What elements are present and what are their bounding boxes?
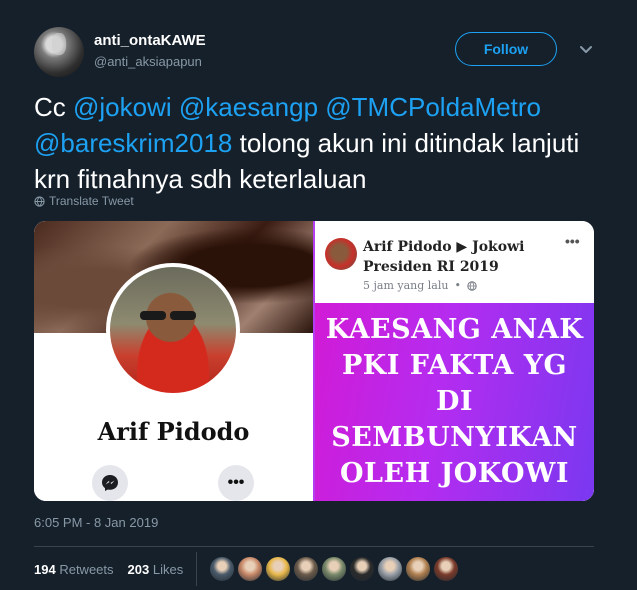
retweets-stat[interactable]: 194 Retweets bbox=[34, 562, 114, 577]
tweet-media[interactable]: Arif Pidodo ••• Arif Pidodo ▶ Jokowi Pre… bbox=[34, 221, 594, 501]
media-image-right[interactable]: Arif Pidodo ▶ Jokowi Presiden RI 2019 5 … bbox=[315, 221, 594, 501]
tweet-text: Cc @jokowi @kaesangp @TMCPoldaMetro @bar… bbox=[34, 89, 604, 197]
post-author: Arif Pidodo ▶ Jokowi Presiden RI 2019 bbox=[363, 239, 525, 275]
tweet-stats: 194 Retweets 203 Likes bbox=[34, 556, 183, 582]
liker-avatar[interactable] bbox=[210, 557, 234, 581]
post-more-icon: ••• bbox=[565, 233, 580, 249]
tweet-prefix: Cc bbox=[34, 92, 73, 122]
profile-name: Arif Pidodo bbox=[97, 417, 250, 446]
post-time: 5 jam yang lalu bbox=[363, 279, 449, 292]
globe-icon bbox=[34, 195, 45, 207]
likes-count: 203 bbox=[127, 561, 150, 577]
liker-avatar[interactable] bbox=[378, 557, 402, 581]
liker-avatar[interactable] bbox=[434, 557, 458, 581]
liker-avatar[interactable] bbox=[238, 557, 262, 581]
tweet-timestamp[interactable]: 6:05 PM - 8 Jan 2019 bbox=[34, 515, 158, 530]
follow-button[interactable]: Follow bbox=[455, 32, 557, 66]
post-dot: • bbox=[454, 279, 461, 292]
media-image-left[interactable]: Arif Pidodo ••• bbox=[34, 221, 313, 501]
liker-avatar[interactable] bbox=[266, 557, 290, 581]
display-name[interactable]: anti_ontaKAWE bbox=[94, 32, 206, 49]
tweet-card: anti_ontaKAWE @anti_aksiapapun Follow Cc… bbox=[0, 0, 637, 590]
likes-stat[interactable]: 203 Likes bbox=[128, 562, 184, 577]
liker-avatar[interactable] bbox=[294, 557, 318, 581]
profile-photo bbox=[106, 263, 240, 397]
mention-link[interactable]: @TMCPoldaMetro bbox=[325, 92, 541, 122]
user-handle[interactable]: @anti_aksiapapun bbox=[94, 54, 202, 69]
divider bbox=[196, 552, 197, 586]
globe-icon bbox=[467, 280, 477, 291]
mention-link[interactable]: @kaesangp bbox=[179, 92, 318, 122]
post-image-text: KAESANG ANAK PKI FAKTA YG DI SEMBUNYIKAN… bbox=[325, 314, 584, 489]
mention-link[interactable]: @jokowi bbox=[73, 92, 172, 122]
messenger-icon bbox=[102, 475, 118, 491]
likes-label: Likes bbox=[152, 561, 184, 577]
retweets-count: 194 bbox=[34, 561, 56, 577]
liker-avatars bbox=[210, 557, 458, 581]
mention-link[interactable]: @bareskrim2018 bbox=[34, 128, 232, 158]
more-options-button: ••• bbox=[218, 465, 254, 501]
liker-avatar[interactable] bbox=[322, 557, 346, 581]
post-image: KAESANG ANAK PKI FAKTA YG DI SEMBUNYIKAN… bbox=[315, 303, 594, 501]
liker-avatar[interactable] bbox=[406, 557, 430, 581]
translate-tweet-link[interactable]: Translate Tweet bbox=[34, 194, 134, 208]
retweets-label: Retweets bbox=[59, 561, 114, 577]
liker-avatar[interactable] bbox=[350, 557, 374, 581]
user-avatar[interactable] bbox=[34, 27, 84, 77]
post-avatar bbox=[325, 238, 357, 270]
messenger-button bbox=[92, 465, 128, 501]
divider bbox=[34, 546, 594, 547]
post-meta: 5 jam yang lalu • bbox=[363, 279, 477, 292]
translate-label: Translate Tweet bbox=[49, 194, 134, 208]
chevron-down-icon[interactable] bbox=[578, 41, 594, 57]
